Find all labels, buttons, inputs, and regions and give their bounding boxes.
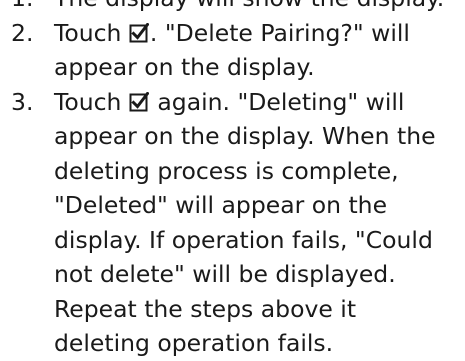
step-text-line: Touch . "Delete Pairing?" will <box>54 16 465 51</box>
step-text-line: not delete" will be displayed. <box>54 260 396 288</box>
step-text: Touch <box>54 18 129 47</box>
step-3: 3. Touch again. "Deleting" will appear o… <box>0 85 465 361</box>
step-text-line: appear on the display. <box>54 53 315 81</box>
step-text-line: Touch again. "Deleting" will <box>54 85 465 120</box>
step-text-line: deleting operation fails. <box>54 329 334 357</box>
step-text-line: Repeat the steps above it <box>54 294 357 323</box>
instruction-list: 1. The display will show the display. 2.… <box>0 0 465 361</box>
step-text-line: display. If operation fails, "Could <box>54 225 433 254</box>
step-number: 2. <box>11 18 34 47</box>
step-text-line: The display will show the display. <box>54 0 465 16</box>
step-number: 1. <box>11 0 33 16</box>
step-text: Touch <box>54 87 129 116</box>
checked-checkbox-icon <box>129 91 149 112</box>
checked-checkbox-icon <box>129 22 149 43</box>
step-text-line: "Deleted" will appear on the <box>54 191 388 219</box>
step-text-line: deleting process is complete, <box>54 156 399 185</box>
step-2: 2. Touch . "Delete Pairing?" will appear… <box>0 16 465 85</box>
step-text-line: appear on the display. When the <box>54 122 436 150</box>
step-text: . "Delete Pairing?" will <box>149 18 410 47</box>
step-number: 3. <box>11 87 34 116</box>
step-1: 1. The display will show the display. <box>0 0 465 16</box>
step-text: again. "Deleting" will <box>149 87 405 116</box>
